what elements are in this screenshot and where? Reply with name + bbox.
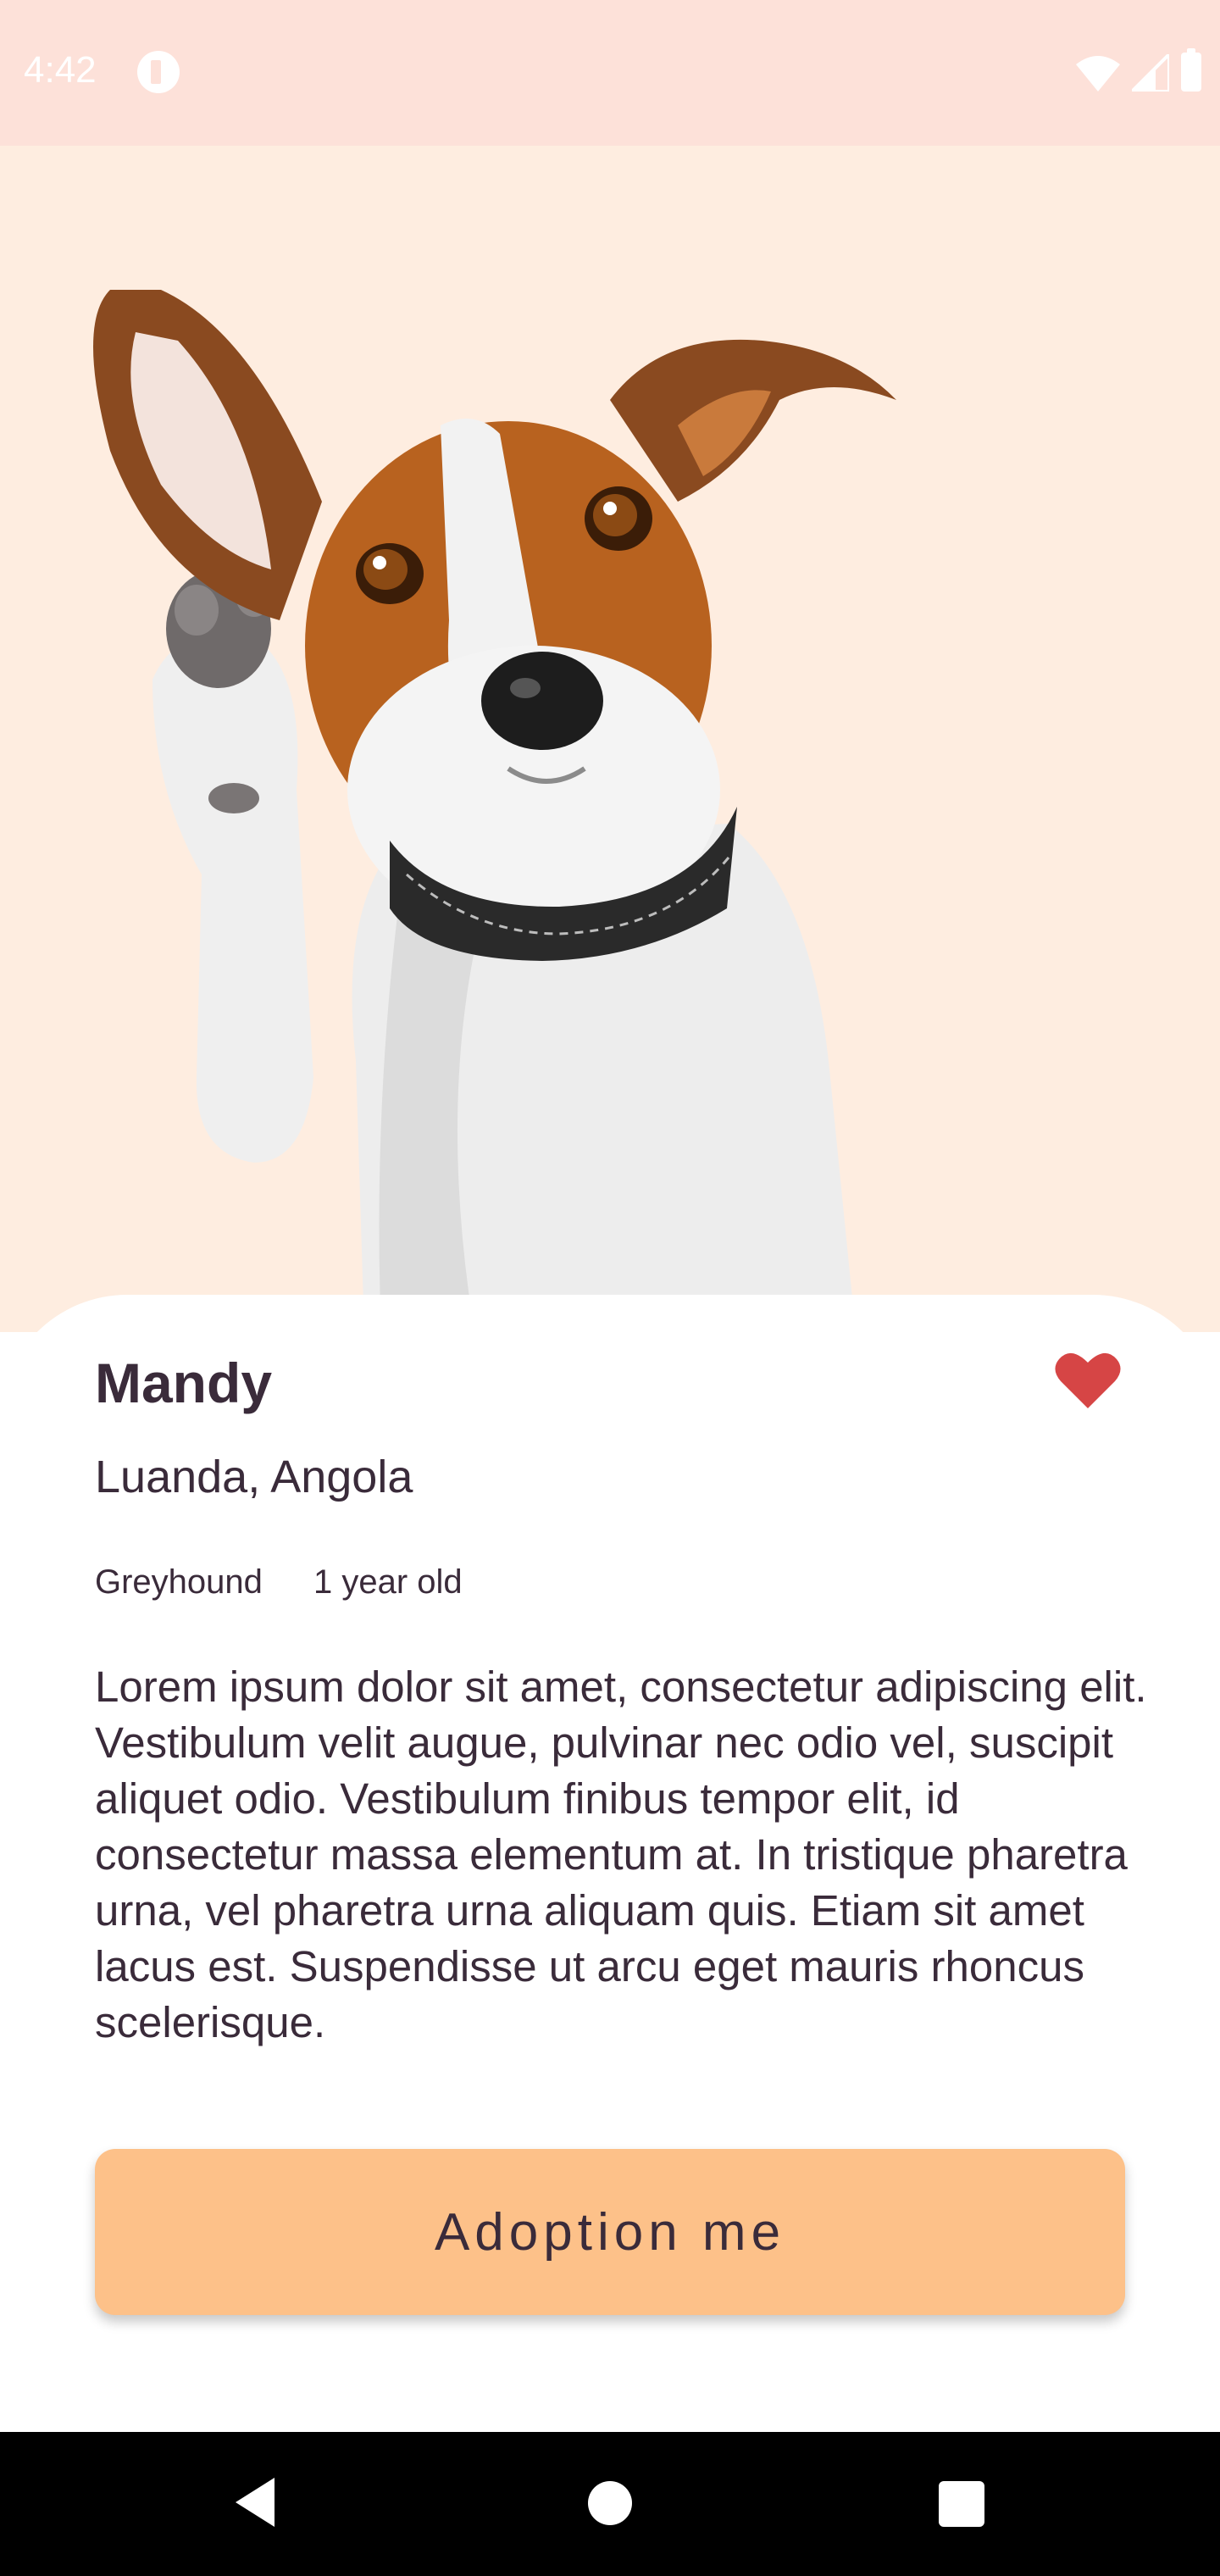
cell-signal-icon: [1132, 54, 1169, 92]
home-icon[interactable]: [588, 2481, 632, 2525]
dog-illustration: [93, 290, 896, 1332]
pet-location: Luanda, Angola: [95, 1452, 413, 1502]
pet-description: Lorem ipsum dolor sit amet, consectetur …: [95, 1663, 1147, 2046]
app-notification-icon: [137, 51, 180, 93]
battery-icon: [1181, 48, 1201, 92]
status-time: 4:42: [24, 49, 97, 91]
back-icon[interactable]: [232, 2476, 283, 2529]
pet-breed: Greyhound: [95, 1563, 263, 1601]
pet-age: 1 year old: [313, 1563, 463, 1601]
status-icons: [1076, 48, 1201, 92]
recents-icon[interactable]: [939, 2481, 984, 2527]
adopt-button[interactable]: Adoption me: [95, 2149, 1125, 2315]
status-bar: 4:42: [0, 0, 1220, 146]
pet-photo: [0, 146, 1220, 1332]
pet-name: Mandy: [95, 1352, 273, 1414]
heart-icon[interactable]: [1054, 1349, 1122, 1410]
wifi-icon: [1076, 56, 1120, 92]
